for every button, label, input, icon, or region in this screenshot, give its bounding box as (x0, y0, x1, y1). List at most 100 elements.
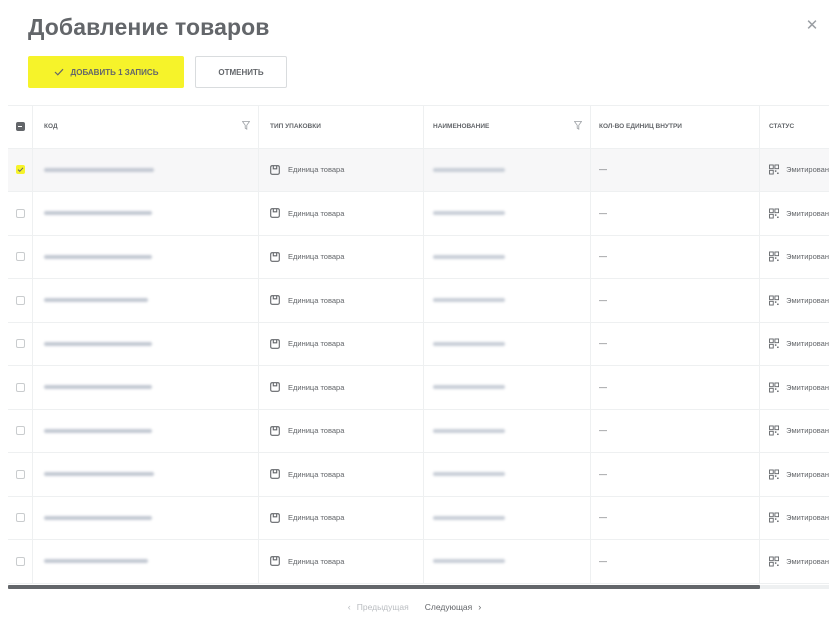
name-value-redacted (433, 211, 505, 216)
box-icon (270, 425, 280, 436)
pack-type-value: Единица товара (288, 556, 345, 566)
row-checkbox[interactable] (15, 469, 25, 479)
column-header-name: Наименование (433, 123, 490, 131)
row-checkbox[interactable] (15, 295, 25, 305)
code-value-redacted (44, 298, 148, 303)
name-value-redacted (433, 167, 505, 172)
status-value: Эмитирован (786, 382, 829, 392)
qr-code-icon (769, 469, 780, 480)
column-header-pack-type: Тип упаковки (270, 123, 321, 131)
pack-type-value: Единица товара (288, 382, 345, 392)
table-header-row: Код Тип упаковки Наименование Кол-во еди… (8, 105, 829, 149)
pack-type-value: Единица товара (288, 469, 345, 479)
qty-inside-value: — (599, 513, 607, 523)
qty-inside-value: — (599, 295, 607, 305)
code-value-redacted (44, 211, 152, 216)
status-value: Эмитирован (786, 556, 829, 566)
table-row[interactable]: Единица товара — Эмитирован (8, 322, 829, 366)
next-page-button[interactable]: Следующая › (425, 602, 488, 612)
qr-code-icon (769, 251, 780, 262)
row-checkbox[interactable] (15, 556, 25, 566)
table-row[interactable]: Единица товара — Эмитирован (8, 540, 829, 584)
table-row[interactable]: Единица товара — Эмитирован (8, 409, 829, 453)
qty-inside-value: — (599, 208, 607, 218)
name-value-redacted (433, 559, 505, 564)
table-row[interactable]: Единица товара — Эмитирован (8, 279, 829, 323)
name-value-redacted (433, 298, 505, 303)
status-value: Эмитирован (786, 252, 829, 262)
box-icon (270, 295, 280, 306)
qty-inside-value: — (599, 339, 607, 349)
pack-type-value: Единица товара (288, 426, 345, 436)
code-value-redacted (44, 167, 154, 172)
products-table: Код Тип упаковки Наименование Кол-во еди… (8, 105, 829, 585)
row-checkbox[interactable] (15, 426, 25, 436)
box-icon (270, 512, 280, 523)
cancel-button[interactable]: Отменить (195, 56, 287, 88)
name-value-redacted (433, 341, 505, 346)
scrollbar-thumb[interactable] (8, 585, 760, 589)
horizontal-scrollbar[interactable] (8, 585, 829, 589)
select-all-checkbox[interactable] (15, 122, 25, 132)
pack-type-value: Единица товара (288, 295, 345, 305)
column-header-qty-inside: Кол-во единиц внутри (599, 123, 682, 131)
code-value-redacted (44, 515, 152, 520)
qty-inside-value: — (599, 469, 607, 479)
pack-type-value: Единица товара (288, 252, 345, 262)
column-header-code: Код (44, 123, 58, 131)
box-icon (270, 208, 280, 219)
name-value-redacted (433, 515, 505, 520)
prev-page-button[interactable]: ‹ Предыдущая (342, 602, 409, 612)
row-checkbox[interactable] (15, 165, 25, 175)
pack-type-value: Единица товара (288, 513, 345, 523)
table-row[interactable]: Единица товара — Эмитирован (8, 235, 829, 279)
row-checkbox[interactable] (15, 208, 25, 218)
filter-icon[interactable] (242, 121, 250, 130)
table-row[interactable]: Единица товара — Эмитирован (8, 192, 829, 236)
code-value-redacted (44, 559, 148, 564)
qty-inside-value: — (599, 382, 607, 392)
status-value: Эмитирован (786, 295, 829, 305)
table-row[interactable]: Единица товара — Эмитирован (8, 366, 829, 410)
chevron-right-icon: › (478, 602, 482, 612)
qty-inside-value: — (599, 252, 607, 262)
status-value: Эмитирован (786, 339, 829, 349)
status-value: Эмитирован (786, 208, 829, 218)
row-checkbox[interactable] (15, 252, 25, 262)
qr-code-icon (769, 556, 780, 567)
close-icon[interactable]: ✕ (804, 18, 820, 34)
qr-code-icon (769, 164, 780, 175)
pack-type-value: Единица товара (288, 208, 345, 218)
add-records-button[interactable]: Добавить 1 запись (28, 56, 184, 88)
pagination: ‹ Предыдущая Следующая › (0, 602, 829, 612)
status-value: Эмитирован (786, 513, 829, 523)
qr-code-icon (769, 208, 780, 219)
table-row[interactable]: Единица товара — Эмитирован (8, 148, 829, 192)
row-checkbox[interactable] (15, 339, 25, 349)
box-icon (270, 164, 280, 175)
name-value-redacted (433, 472, 505, 477)
name-value-redacted (433, 254, 505, 259)
status-value: Эмитирован (786, 426, 829, 436)
qty-inside-value: — (599, 426, 607, 436)
check-icon (54, 68, 63, 76)
box-icon (270, 556, 280, 567)
table-row[interactable]: Единица товара — Эмитирован (8, 453, 829, 497)
qty-inside-value: — (599, 556, 607, 566)
code-value-redacted (44, 472, 154, 477)
filter-icon[interactable] (574, 121, 582, 130)
code-value-redacted (44, 341, 152, 346)
status-value: Эмитирован (786, 469, 829, 479)
code-value-redacted (44, 385, 152, 390)
box-icon (270, 338, 280, 349)
pack-type-value: Единица товара (288, 165, 345, 175)
row-checkbox[interactable] (15, 513, 25, 523)
check-icon (17, 167, 23, 173)
box-icon (270, 251, 280, 262)
modal-title: Добавление товаров (28, 14, 270, 40)
row-checkbox[interactable] (15, 382, 25, 392)
column-header-status: Статус (769, 123, 795, 131)
qr-code-icon (769, 338, 780, 349)
code-value-redacted (44, 428, 152, 433)
table-row[interactable]: Единица товара — Эмитирован (8, 496, 829, 540)
